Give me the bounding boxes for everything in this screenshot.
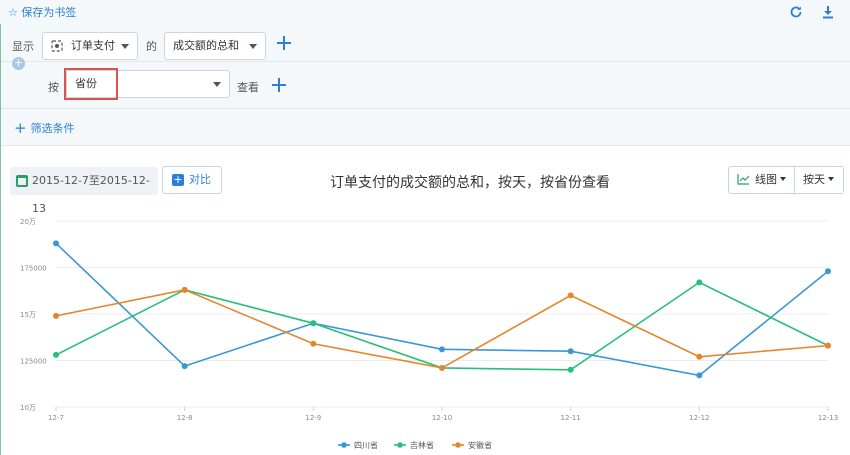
calendar-icon [16, 175, 28, 187]
chevron-down-icon [828, 177, 834, 181]
y-tick-label: 125000 [20, 358, 47, 366]
legend-label: 安徽省 [468, 440, 492, 450]
data-point [53, 351, 59, 358]
plus-square-icon: + [172, 173, 184, 186]
series-line [55, 281, 829, 371]
divider [0, 108, 850, 109]
plus-icon: + [14, 119, 27, 137]
granularity-label: 按天 [803, 173, 825, 186]
data-point [53, 240, 59, 247]
compare-button[interactable]: + 对比 [162, 166, 222, 194]
data-point [439, 346, 445, 353]
x-tick-label: 12-7 [48, 414, 64, 422]
add-group-button[interactable] [271, 77, 287, 93]
data-point [696, 353, 703, 360]
save-bookmark-link[interactable]: ☆ 保存为书签 [8, 4, 76, 20]
legend-label: 吉林省 [410, 440, 434, 450]
metric-dropdown[interactable]: 成交额的总和 [164, 32, 266, 60]
data-point [567, 348, 574, 355]
line-chart: 20万 175000 15万 125000 10万 12-7 12-8 12-9 12-10 12… [20, 218, 838, 450]
show-label: 显示 [12, 40, 34, 53]
data-point [439, 364, 445, 371]
x-tick-label: 12-11 [560, 414, 580, 422]
add-event-circle-button[interactable]: + [12, 57, 25, 70]
top-bar: ☆ 保存为书签 [0, 0, 850, 24]
data-point [181, 363, 188, 370]
granularity-button[interactable]: 按天 [795, 167, 843, 193]
of-label: 的 [146, 40, 157, 53]
data-point [181, 286, 188, 293]
x-tick-label: 12-10 [432, 414, 452, 422]
chevron-down-icon [780, 177, 786, 181]
add-filter-label: 筛选条件 [30, 122, 75, 135]
data-point [825, 342, 831, 349]
chevron-down-icon [213, 82, 221, 87]
y-tick-label: 10万 [20, 404, 36, 412]
chevron-down-icon [249, 44, 257, 49]
data-point [567, 292, 574, 299]
y-tick-label: 15万 [20, 311, 36, 319]
by-label: 按 [48, 81, 59, 94]
x-tick-label: 12-13 [818, 414, 838, 422]
event-dropdown-value: 订单支付 [71, 39, 115, 52]
data-point [310, 340, 317, 347]
chart-options-group: 线图 按天 [728, 166, 844, 194]
legend-marker [455, 442, 461, 448]
highlight-box [64, 68, 118, 100]
view-label: 查看 [237, 81, 259, 94]
series-line [55, 288, 829, 369]
chevron-down-icon [121, 44, 129, 49]
y-tick-label: 20万 [20, 218, 36, 226]
legend-label: 四川省 [354, 440, 378, 450]
legend-marker [341, 442, 347, 448]
add-filter-button[interactable]: + 筛选条件 [14, 119, 75, 137]
data-point [310, 320, 317, 327]
data-point [696, 279, 703, 286]
chart-type-label: 线图 [755, 173, 777, 186]
refresh-icon[interactable] [788, 4, 804, 20]
data-point [825, 268, 831, 275]
x-tick-label: 12-8 [177, 414, 193, 422]
data-point [53, 312, 59, 319]
line-chart-icon [737, 174, 750, 185]
metric-dropdown-value: 成交额的总和 [173, 39, 239, 52]
x-tick-label: 12-9 [305, 414, 321, 422]
compare-button-label: 对比 [189, 173, 211, 186]
data-point [567, 366, 574, 373]
divider [0, 61, 850, 62]
add-metric-button[interactable] [276, 35, 292, 51]
date-range-picker[interactable]: 2015-12-7至2015-12-13 [10, 167, 158, 215]
legend-marker [397, 442, 403, 448]
chart-title: 订单支付的成交额的总和，按天，按省份查看 [330, 175, 610, 191]
x-tick-label: 12-12 [689, 414, 709, 422]
query-panel: 显示 订单支付 的 成交额的总和 按 省份 查看 [0, 24, 850, 146]
y-tick-label: 175000 [20, 265, 47, 273]
data-point [696, 372, 703, 379]
chart-type-button[interactable]: 线图 [729, 167, 795, 193]
event-dropdown[interactable]: 订单支付 [42, 32, 138, 60]
page: ☆ 保存为书签 显示 订单支付 的 成交额的总和 按 省份 查看 + + 筛选条… [0, 0, 850, 455]
event-icon [51, 40, 63, 52]
download-icon[interactable] [820, 4, 836, 20]
